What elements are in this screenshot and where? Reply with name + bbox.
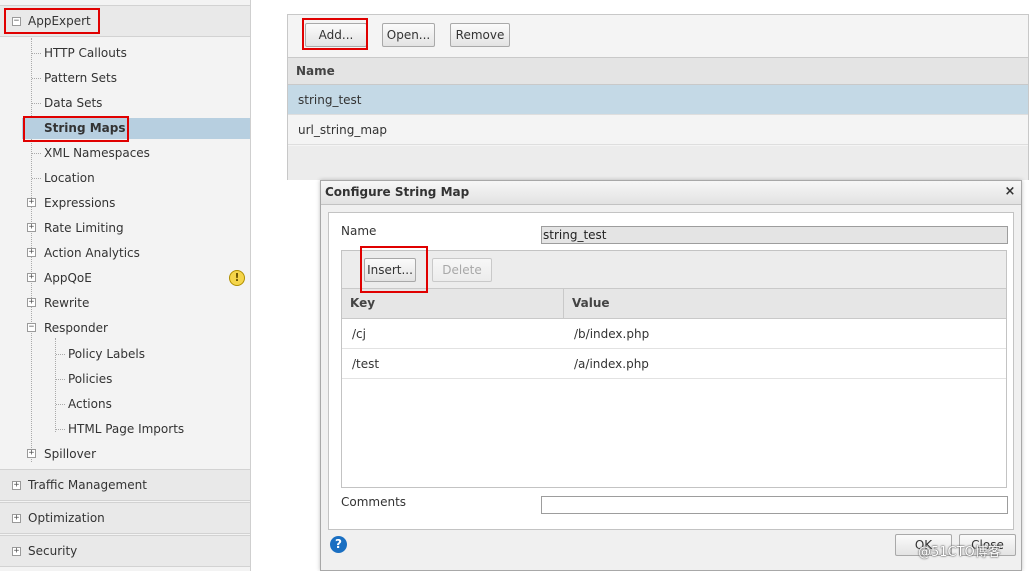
comments-input[interactable]	[541, 496, 1008, 514]
watermark: @51CTO博客	[918, 545, 1001, 560]
dialog-title: Configure String Map	[325, 185, 470, 199]
sidebar-section-security[interactable]: + Security	[0, 535, 250, 567]
expand-icon[interactable]: +	[27, 449, 36, 458]
sidebar-item-pattern-sets[interactable]: Pattern Sets	[44, 68, 117, 88]
column-header-name[interactable]: Name	[288, 57, 1028, 85]
sidebar-section-traffic-management[interactable]: + Traffic Management	[0, 469, 250, 501]
expand-icon[interactable]: +	[27, 223, 36, 232]
tree-guide-line	[56, 404, 65, 405]
expand-icon[interactable]: +	[27, 248, 36, 257]
sidebar-item-data-sets[interactable]: Data Sets	[44, 93, 102, 113]
remove-button[interactable]: Remove	[450, 23, 510, 47]
open-button[interactable]: Open...	[382, 23, 435, 47]
expand-icon[interactable]: +	[27, 198, 36, 207]
expand-icon[interactable]: +	[27, 298, 36, 307]
tree-guide-line	[55, 338, 56, 432]
navigation-sidebar: − AppExpert HTTP Callouts Pattern Sets D…	[0, 0, 251, 571]
sidebar-item-http-callouts[interactable]: HTTP Callouts	[44, 43, 127, 63]
sidebar-item-xml-namespaces[interactable]: XML Namespaces	[44, 143, 150, 163]
table-row[interactable]: /cj /b/index.php	[342, 319, 1006, 349]
sidebar-item-action-analytics[interactable]: + Action Analytics	[27, 243, 140, 263]
tree-guide-line	[32, 78, 41, 79]
sidebar-item-spillover[interactable]: + Spillover	[27, 444, 96, 464]
value-cell: /b/index.php	[574, 327, 650, 341]
sidebar-item-label: Rate Limiting	[44, 221, 124, 235]
key-value-table: Insert... Delete Key Value /cj /b/index.…	[341, 250, 1007, 488]
key-cell: /cj	[352, 327, 366, 341]
tree-guide-line	[32, 53, 41, 54]
warning-icon[interactable]: !	[229, 270, 245, 286]
column-header-value[interactable]: Value	[572, 296, 610, 310]
sidebar-item-responder[interactable]: − Responder	[27, 318, 108, 338]
tree-guide-line	[56, 354, 65, 355]
dialog-title-bar[interactable]: Configure String Map ×	[321, 181, 1021, 205]
sidebar-section-optimization[interactable]: + Optimization	[0, 502, 250, 534]
close-icon[interactable]: ×	[1003, 185, 1017, 199]
sidebar-item-html-page-imports[interactable]: HTML Page Imports	[68, 419, 184, 439]
comments-label: Comments	[341, 495, 407, 509]
string-maps-list-panel: Add... Open... Remove Name string_test u…	[287, 14, 1029, 180]
sidebar-item-expressions[interactable]: + Expressions	[27, 193, 116, 213]
sidebar-section-label: Optimization	[28, 511, 105, 525]
name-input[interactable]	[541, 226, 1008, 244]
tree-guide-line	[32, 103, 41, 104]
column-header-key[interactable]: Key	[350, 296, 375, 310]
expand-icon[interactable]: +	[12, 514, 21, 523]
name-label: Name	[341, 224, 377, 238]
expand-icon[interactable]: +	[12, 481, 21, 490]
sidebar-item-location[interactable]: Location	[44, 168, 95, 188]
expand-icon[interactable]: +	[27, 273, 36, 282]
sidebar-item-actions[interactable]: Actions	[68, 394, 112, 414]
sidebar-item-label: Action Analytics	[44, 246, 140, 260]
sidebar-item-label: Responder	[44, 321, 108, 335]
sidebar-item-label: AppQoE	[44, 271, 92, 285]
kv-table-header: Key Value	[342, 289, 1006, 319]
collapse-icon[interactable]: −	[27, 323, 36, 332]
value-cell: /a/index.php	[574, 357, 649, 371]
sidebar-item-policies[interactable]: Policies	[68, 369, 112, 389]
table-row[interactable]: string_test	[288, 85, 1028, 115]
sidebar-section-label: Traffic Management	[28, 478, 147, 492]
tree-guide-line	[32, 178, 41, 179]
annotation-highlight-box	[4, 8, 100, 34]
sidebar-item-label: Expressions	[44, 196, 116, 210]
tree-guide-line	[56, 379, 65, 380]
column-divider[interactable]	[563, 289, 564, 318]
annotation-highlight-box	[23, 116, 129, 142]
table-row[interactable]: /test /a/index.php	[342, 349, 1006, 379]
annotation-highlight-box	[302, 18, 368, 50]
sidebar-item-rewrite[interactable]: + Rewrite	[27, 293, 90, 313]
sidebar-item-label: Rewrite	[44, 296, 90, 310]
annotation-highlight-box	[360, 246, 428, 293]
key-cell: /test	[352, 357, 380, 371]
list-footer	[288, 146, 1028, 180]
help-icon[interactable]: ?	[330, 536, 347, 553]
kv-toolbar: Insert... Delete	[342, 251, 1006, 289]
tree-guide-line	[32, 153, 41, 154]
delete-button[interactable]: Delete	[432, 258, 492, 282]
sidebar-item-policy-labels[interactable]: Policy Labels	[68, 344, 145, 364]
sidebar-item-appqoe[interactable]: + AppQoE	[27, 268, 92, 288]
expand-icon[interactable]: +	[12, 547, 21, 556]
sidebar-section-label: Security	[28, 544, 78, 558]
configure-string-map-dialog: Configure String Map × Name Insert... De…	[320, 180, 1022, 571]
sidebar-item-rate-limiting[interactable]: + Rate Limiting	[27, 218, 124, 238]
table-row[interactable]: url_string_map	[288, 115, 1028, 145]
dialog-body: Name Insert... Delete Key Value /cj /b/i…	[328, 212, 1014, 530]
sidebar-item-label: Spillover	[44, 447, 96, 461]
tree-guide-line	[56, 429, 65, 430]
